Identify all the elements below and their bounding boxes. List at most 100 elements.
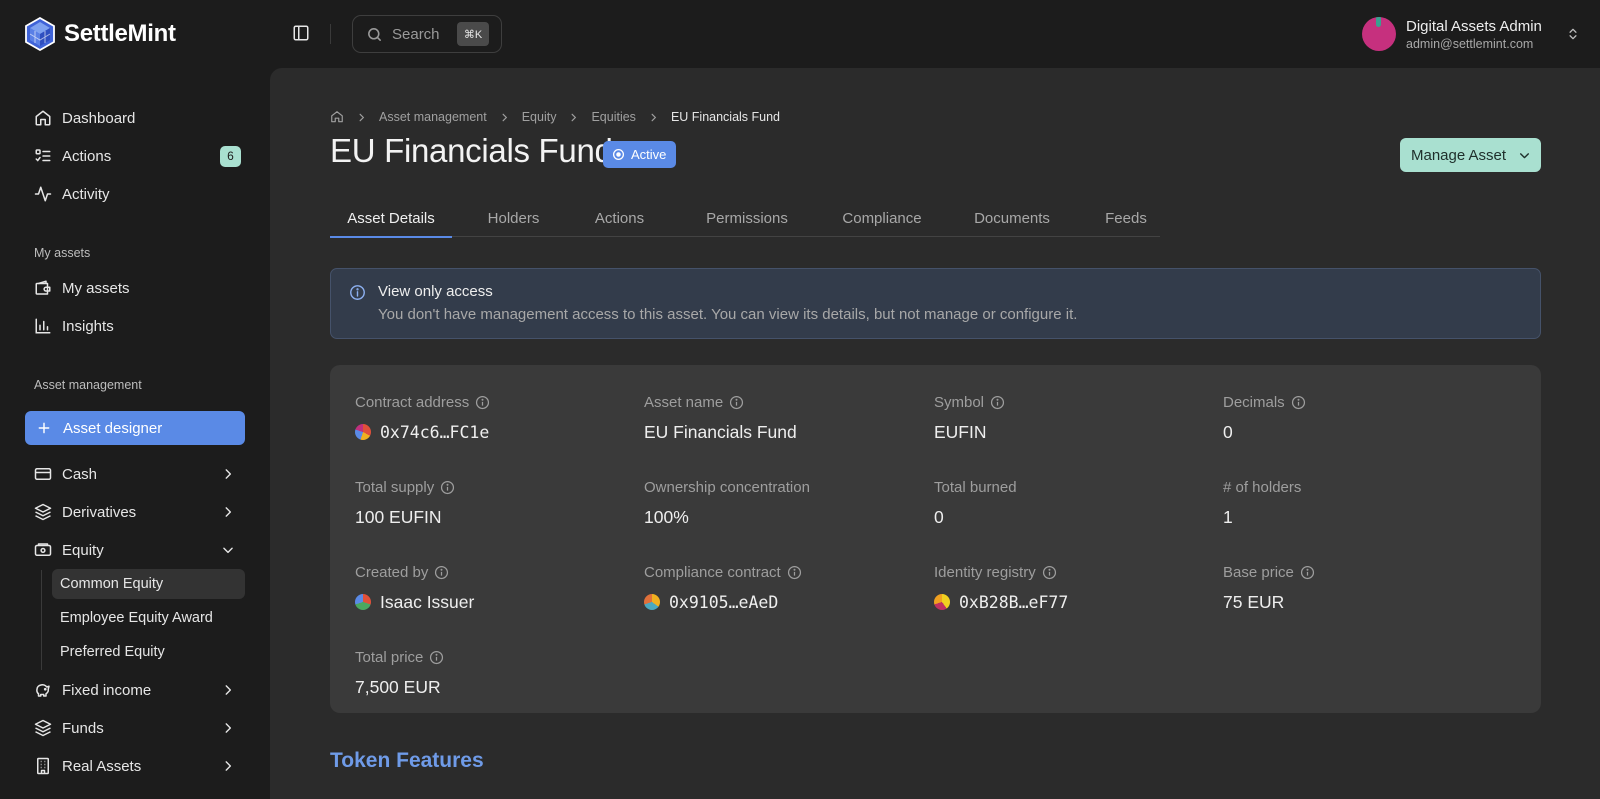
home-icon[interactable] (330, 110, 344, 124)
field-label: Symbol (934, 393, 985, 411)
tab-documents[interactable]: Documents (960, 199, 1064, 237)
breadcrumb-link-equity[interactable]: Equity (522, 110, 557, 124)
layers-icon (34, 719, 52, 737)
brand-name: SettleMint (64, 20, 176, 47)
field-label: Compliance contract (644, 563, 781, 581)
total-price-value: 7,500 EUR (355, 676, 441, 697)
asset-designer-button[interactable]: Asset designer (25, 411, 245, 445)
creator-avatar-icon (355, 594, 371, 610)
tab-compliance[interactable]: Compliance (830, 199, 934, 237)
info-icon[interactable] (729, 395, 744, 410)
sidebar: SettleMint Dashboard Actions 6 Activity … (0, 0, 270, 799)
chevron-right-icon (572, 113, 577, 121)
chevron-down-icon (223, 547, 233, 554)
sidebar-item-label: Actions (62, 147, 112, 165)
active-status-icon (612, 148, 625, 161)
token-features-title: Token Features (330, 749, 484, 772)
field-identity-registry: Identity registry 0xB28B…eF77 (934, 562, 1068, 614)
field-label: Total burned (934, 478, 1017, 496)
sidebar-item-fixed-income[interactable]: Fixed income (25, 673, 245, 707)
alert-title: View only access (378, 283, 493, 300)
status-badge: Active (603, 141, 677, 168)
breadcrumb-link-equities[interactable]: Equities (591, 110, 635, 124)
sidebar-item-label: Equity (62, 541, 104, 559)
address-avatar-icon (934, 594, 950, 610)
tab-actions[interactable]: Actions (586, 199, 653, 237)
info-icon (350, 285, 365, 300)
chevron-right-icon (225, 723, 232, 733)
wallet-icon (35, 280, 51, 295)
compliance-contract-value[interactable]: 0x9105…eAeD (669, 593, 778, 612)
sidebar-item-funds[interactable]: Funds (25, 711, 245, 745)
base-price-value: 75 EUR (1223, 591, 1285, 612)
field-label: Contract address (355, 393, 470, 411)
info-icon[interactable] (990, 395, 1005, 410)
contract-address-value[interactable]: 0x74c6…FC1e (380, 423, 489, 442)
main-panel: Asset management Equity Equities EU Fina… (270, 68, 1600, 799)
sidebar-item-label: Funds (62, 719, 104, 737)
chevron-right-icon (359, 113, 365, 121)
page-title: EU Financials Fund (330, 132, 613, 169)
chevrons-up-down-icon (1569, 28, 1577, 40)
equity-icon (34, 543, 52, 556)
sidebar-item-my-assets[interactable]: My assets (25, 271, 245, 305)
search-button[interactable]: Search ⌘K (352, 15, 502, 53)
piggy-bank-icon (36, 684, 50, 697)
sidebar-item-activity[interactable]: Activity (25, 177, 245, 211)
info-icon[interactable] (1291, 395, 1306, 410)
sidebar-item-derivatives[interactable]: Derivatives (25, 495, 245, 529)
sidebar-subitem-preferred-equity[interactable]: Preferred Equity (52, 637, 245, 667)
created-by-value[interactable]: Isaac Issuer (380, 592, 474, 613)
plus-icon (38, 422, 50, 434)
field-label: # of holders (1223, 478, 1302, 496)
chevron-right-icon (225, 469, 232, 479)
user-menu[interactable]: Digital Assets Admin admin@settlemint.co… (1362, 16, 1580, 52)
field-base-price: Base price 75 EUR (1223, 562, 1315, 614)
info-icon[interactable] (429, 650, 444, 665)
search-icon (368, 27, 381, 41)
sidebar-item-insights[interactable]: Insights (25, 309, 245, 343)
view-only-alert: View only access You don't have manageme… (330, 268, 1541, 339)
field-label: Identity registry (934, 563, 1036, 581)
field-asset-name: Asset name EU Financials Fund (644, 392, 797, 444)
chevron-down-icon (1520, 152, 1529, 158)
section-label-asset-management: Asset management (34, 378, 142, 392)
tab-permissions[interactable]: Permissions (692, 199, 802, 237)
tab-asset-details[interactable]: Asset Details (330, 199, 452, 238)
sidebar-item-equity[interactable]: Equity (25, 533, 245, 567)
user-email: admin@settlemint.com (1406, 36, 1534, 51)
avatar (1362, 17, 1396, 51)
sidebar-subitem-common-equity[interactable]: Common Equity (52, 569, 245, 599)
breadcrumb-current: EU Financials Fund (670, 110, 781, 124)
breadcrumb-link-asset-management[interactable]: Asset management (379, 110, 487, 124)
sidebar-item-actions[interactable]: Actions 6 (25, 139, 245, 173)
identity-registry-value[interactable]: 0xB28B…eF77 (959, 593, 1068, 612)
sidebar-toggle-button[interactable] (292, 24, 310, 47)
chevron-right-icon (225, 507, 232, 517)
total-supply-value: 100 EUFIN (355, 506, 442, 527)
sidebar-item-dashboard[interactable]: Dashboard (25, 101, 245, 135)
info-icon[interactable] (787, 565, 802, 580)
topbar-divider (330, 24, 331, 44)
tab-feeds[interactable]: Feeds (1090, 199, 1162, 237)
manage-asset-button[interactable]: Manage Asset (1400, 138, 1541, 172)
sidebar-subitem-employee-equity-award[interactable]: Employee Equity Award (52, 603, 245, 633)
brand[interactable]: SettleMint (24, 16, 176, 52)
sidebar-item-label: Derivatives (62, 503, 137, 521)
info-icon[interactable] (1300, 565, 1315, 580)
search-placeholder: Search (392, 25, 440, 43)
info-icon[interactable] (1042, 565, 1057, 580)
sidebar-item-real-assets[interactable]: Real Assets (25, 749, 245, 783)
field-label: Total price (355, 648, 424, 666)
asset-designer-label: Asset designer (63, 419, 163, 437)
actions-count-badge: 6 (220, 145, 241, 167)
info-icon[interactable] (434, 565, 449, 580)
address-avatar-icon (355, 424, 371, 440)
sidebar-item-cash[interactable]: Cash (25, 457, 245, 491)
info-icon[interactable] (440, 480, 455, 495)
info-icon[interactable] (475, 395, 490, 410)
activity-icon (34, 186, 52, 202)
panel-left-icon (293, 25, 309, 41)
tab-holders[interactable]: Holders (477, 199, 550, 237)
holders-count-value: 1 (1223, 506, 1233, 527)
